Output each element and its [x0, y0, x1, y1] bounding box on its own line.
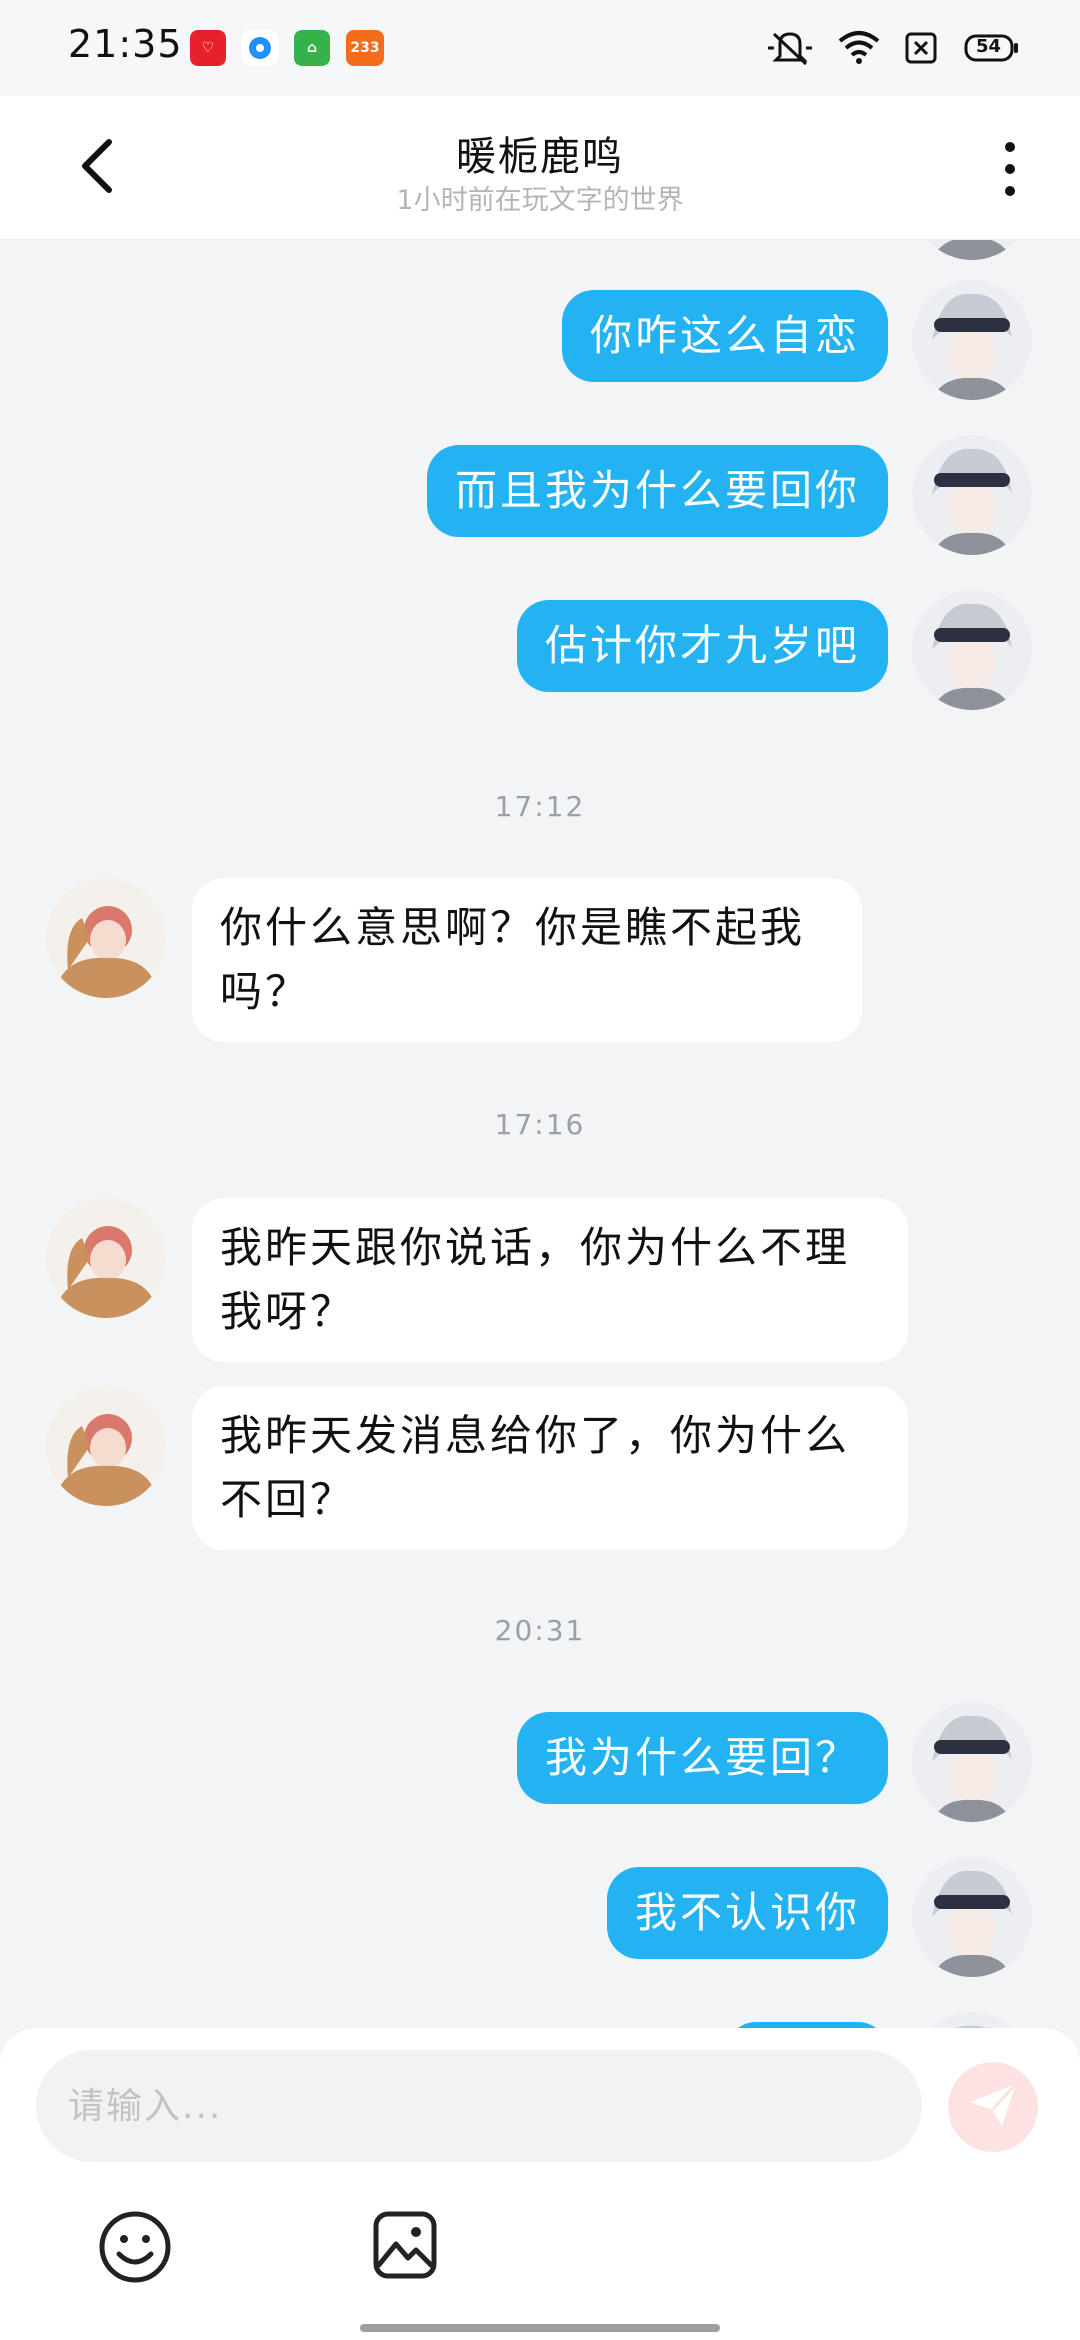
status-bar: 21:35 ♡ ⌂ 233 54	[0, 0, 1080, 96]
my-message-bubble[interactable]: 你咋这么自恋	[561, 290, 888, 382]
smiley-icon	[98, 2211, 172, 2288]
message-timestamp: 20:31	[494, 1614, 586, 1647]
home-indicator[interactable]	[360, 2324, 720, 2332]
my-avatar[interactable]	[912, 240, 1032, 260]
chat-header: 暖栀鹿鸣 1小时前在玩文字的世界	[0, 96, 1080, 240]
message-list[interactable]: 你咋这么自恋 而且我为什么要回你 估计你才九岁吧 17:12 你什么意思啊？你是…	[0, 240, 1080, 2030]
contact-avatar[interactable]	[46, 878, 166, 998]
mute-icon	[766, 28, 814, 68]
no-sim-icon	[904, 31, 938, 65]
message-row: 我昨天发消息给你了，你为什么不回？	[0, 1386, 1080, 1550]
contact-avatar[interactable]	[46, 1198, 166, 1318]
app-notification-icon: ⌂	[294, 30, 330, 66]
contact-message-bubble[interactable]: 你什么意思啊？你是瞧不起我吗？	[192, 878, 862, 1042]
my-avatar[interactable]	[912, 435, 1032, 555]
chat-title: 暖栀鹿鸣	[456, 134, 624, 180]
message-row: 而且我为什么要回你	[0, 435, 1080, 555]
battery-icon: 54	[962, 33, 1020, 63]
my-avatar[interactable]	[912, 1702, 1032, 1822]
battery-level: 54	[976, 36, 1002, 57]
my-avatar[interactable]	[912, 590, 1032, 710]
my-message-bubble[interactable]: 而且我为什么要回你	[426, 445, 888, 537]
message-timestamp: 17:12	[494, 790, 586, 823]
contact-message-bubble[interactable]: 我昨天跟你说话，你为什么不理我呀？	[192, 1198, 908, 1362]
contact-message-bubble[interactable]: 我昨天发消息给你了，你为什么不回？	[192, 1386, 908, 1550]
more-vertical-icon	[1005, 142, 1015, 152]
message-row: 我不认识你	[0, 1857, 1080, 1977]
wifi-icon	[838, 29, 880, 67]
image-icon	[372, 2211, 438, 2284]
status-time: 21:35	[68, 22, 183, 66]
message-row: 估计你才九岁吧	[0, 590, 1080, 710]
my-message-bubble[interactable]: 我为什么要回？	[516, 1712, 888, 1804]
message-row: 你咋这么自恋	[0, 280, 1080, 400]
app-notification-icon	[242, 30, 278, 66]
contact-avatar[interactable]	[46, 1386, 166, 1506]
my-avatar[interactable]	[912, 1857, 1032, 1977]
emoji-button[interactable]	[98, 2210, 172, 2284]
my-message-bubble[interactable]: 我不认识你	[606, 1867, 888, 1959]
message-row: 我昨天跟你说话，你为什么不理我呀？	[0, 1198, 1080, 1362]
my-avatar[interactable]	[912, 280, 1032, 400]
message-timestamp: 17:16	[494, 1108, 586, 1141]
send-icon	[968, 2082, 1018, 2132]
chat-subtitle: 1小时前在玩文字的世界	[396, 185, 684, 216]
composer	[0, 2028, 1080, 2340]
message-row: 你什么意思啊？你是瞧不起我吗？	[0, 878, 1080, 1042]
message-row: 我为什么要回？	[0, 1702, 1080, 1822]
app-notification-icon: ♡	[190, 30, 226, 66]
app-notification-badge: 233	[346, 30, 384, 66]
image-button[interactable]	[372, 2210, 438, 2280]
message-input[interactable]	[36, 2050, 922, 2162]
my-message-bubble[interactable]: 估计你才九岁吧	[516, 600, 888, 692]
send-button[interactable]	[948, 2062, 1038, 2152]
more-options-button[interactable]	[990, 134, 1030, 204]
